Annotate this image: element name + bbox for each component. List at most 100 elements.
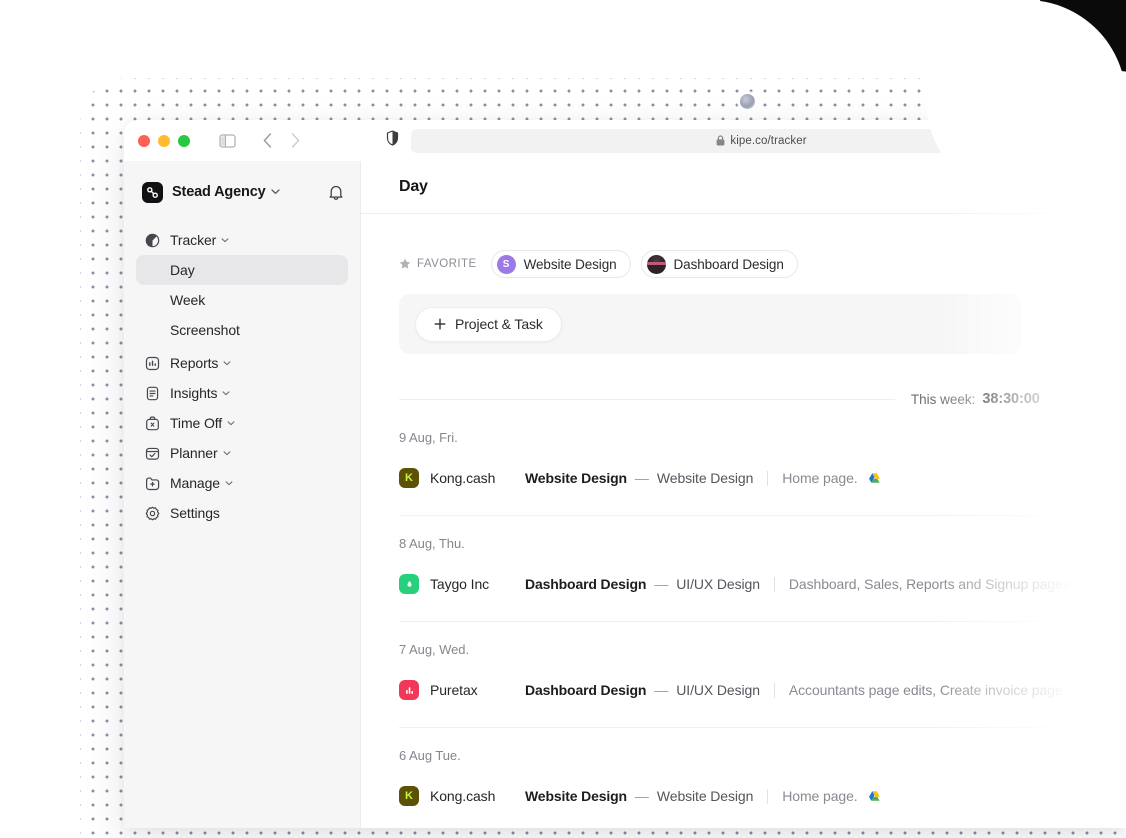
minimize-button[interactable] [158,134,170,147]
chevron-down-icon[interactable] [222,390,230,396]
gear-icon [144,505,160,521]
time-entry-row[interactable]: K Kong.cash Website Design — Website Des… [399,777,1126,815]
day-group: 7 Aug, Wed. Puretax Dashboard Design — U… [399,622,1126,728]
google-drive-icon[interactable] [867,789,882,804]
entry-description: Dashboard, Sales, Reports and Signup pag… [788,576,1070,592]
sidebar-subitem-label: Week [170,292,206,308]
sidebar-item-label: Settings [170,505,220,521]
corner-decoration [1036,0,1126,72]
plus-icon [434,318,446,330]
status-badge: PENDING [1053,390,1126,408]
sidebar: Stead Agency Tracker Day Week Screenshot… [124,161,361,828]
day-group: 6 Aug Tue. K Kong.cash Website Design — … [399,728,1126,828]
week-total-value: 38:30:00 [982,391,1040,407]
entry-client: K Kong.cash [399,786,525,806]
sidebar-item-insights[interactable]: Insights [136,378,348,408]
add-project-task-button[interactable]: Project & Task [415,306,562,342]
task-name: UI/UX Design [676,576,760,592]
sidebar-item-time-off[interactable]: Time Off [136,408,348,438]
chevron-down-icon[interactable] [221,237,229,243]
bell-icon[interactable] [328,184,344,201]
workspace-switcher[interactable]: Stead Agency [124,175,360,209]
url-wrap: kipe.co/tracker [716,134,807,147]
divider [773,682,775,698]
browser-window: kipe.co/tracker Stead Agency Tracker Day… [124,120,1126,828]
project-name: Website Design [525,788,627,804]
client-name: Puretax [430,682,478,698]
chevron-down-icon[interactable] [270,189,280,195]
sidebar-item-settings[interactable]: Settings [136,498,348,528]
day-group: 9 Aug, Fri. K Kong.cash Website Design —… [399,410,1126,516]
lock-icon [716,135,725,146]
workspace-name: Stead Agency [172,184,266,200]
clock-icon [144,232,160,248]
time-entry-row[interactable]: Puretax Dashboard Design — UI/UX Design … [399,671,1126,709]
close-button[interactable] [138,134,150,147]
calendar-check-icon [144,445,160,461]
sidebar-item-planner[interactable]: Planner [136,438,348,468]
client-icon: K [399,468,419,488]
nav-forward-icon[interactable] [282,128,308,154]
time-entry-row[interactable]: K Kong.cash Website Design — Website Des… [399,459,1126,497]
sidebar-item-day[interactable]: Day [136,255,348,285]
url-text: kipe.co/tracker [730,134,807,147]
briefcase-icon [144,415,160,431]
add-project-task-label: Project & Task [455,316,543,332]
sidebar-item-reports[interactable]: Reports [136,348,348,378]
favorite-chip-website-design[interactable]: S Website Design [490,250,631,278]
entry-description: Home page. [782,788,858,804]
entry-description: Accountants page edits, Create invoice p… [788,682,1063,698]
dash-separator: — [634,788,649,804]
sidebar-item-screenshot[interactable]: Screenshot [136,315,348,345]
task-name: UI/UX Design [676,682,760,698]
sidebar-item-label: Tracker [170,232,217,248]
chevron-down-icon[interactable] [223,360,231,366]
google-drive-icon[interactable] [867,471,882,486]
project-name: Website Design [525,470,627,486]
day-label: 6 Aug Tue. [399,748,461,763]
sidebar-item-manage[interactable]: Manage [136,468,348,498]
entry-meta: Website Design — Website Design Home pag… [525,470,882,486]
sidebar-nav: Tracker Day Week Screenshot Reports Insi… [124,225,360,528]
zoom-button[interactable] [178,134,190,147]
client-name: Kong.cash [430,470,496,486]
favorite-chip-dashboard-design[interactable]: Dashboard Design [640,250,798,278]
window-controls[interactable] [138,134,190,147]
chevron-down-icon[interactable] [223,450,231,456]
entry-description: Home page. [782,470,858,486]
app-body: Stead Agency Tracker Day Week Screenshot… [124,161,1126,828]
client-icon [399,680,419,700]
sidebar-item-label: Insights [170,385,218,401]
dash-separator: — [654,576,669,592]
favorite-chip-label: Website Design [523,256,617,272]
chevron-down-icon[interactable] [225,480,233,486]
folder-plus-icon [144,475,160,491]
sidebar-item-tracker[interactable]: Tracker [136,225,348,255]
nav-back-icon[interactable] [254,128,280,154]
client-name: Taygo Inc [430,576,490,592]
add-entry-panel: Project & Task [399,294,1021,354]
entry-meta: Dashboard Design — UI/UX Design Accounta… [525,682,1063,698]
dash-separator: — [634,470,649,486]
sidebar-item-week[interactable]: Week [136,285,348,315]
sidebar-toggle-icon[interactable] [214,128,240,154]
entry-meta: Dashboard Design — UI/UX Design Dashboar… [525,576,1070,592]
main-content: Day FAVORITE S Website Design Dashboard … [361,161,1126,828]
favorite-label-wrap: FAVORITE [399,258,477,270]
project-name: Dashboard Design [525,682,647,698]
favorite-label: FAVORITE [417,258,477,270]
sidebar-subitem-label: Day [170,262,195,278]
sidebar-item-label: Reports [170,355,219,371]
time-entry-row[interactable]: Taygo Inc Dashboard Design — UI/UX Desig… [399,565,1126,603]
task-name: Website Design [656,788,754,804]
divider [399,398,895,400]
entry-meta: Website Design — Website Design Home pag… [525,788,882,804]
divider [767,788,769,804]
client-name: Kong.cash [430,788,496,804]
chevron-down-icon[interactable] [227,420,235,426]
entry-client: Taygo Inc [399,574,525,594]
sidebar-subitem-label: Screenshot [170,322,240,338]
client-icon: K [399,786,419,806]
shield-icon[interactable] [386,130,399,151]
camera-icon [740,94,755,109]
